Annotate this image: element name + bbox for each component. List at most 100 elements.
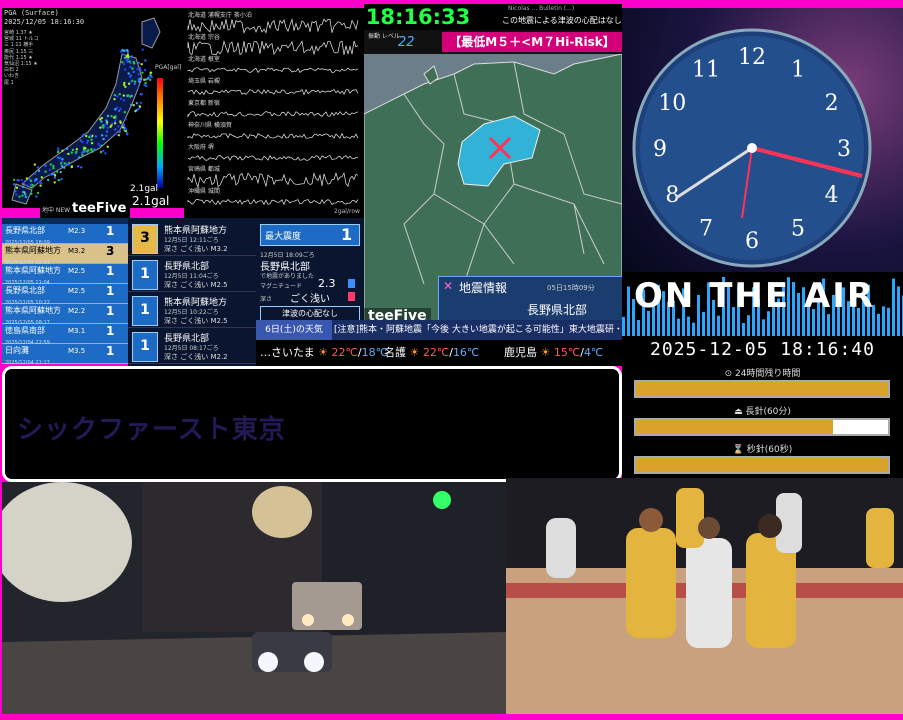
station-dot (12, 183, 16, 186)
station-dot (37, 169, 41, 173)
on-air-banner: ON THE AIR (622, 272, 903, 336)
station-dot (16, 178, 19, 182)
station-dot (116, 95, 119, 98)
quake-list-row[interactable]: 長野県北部 M2.5 1 2025/12/05 10:22 (2, 284, 130, 306)
station-dot (70, 151, 73, 154)
station-dot (71, 148, 75, 152)
waveform-panel: 北海道 浦幌支庁 茶小泊 北海道 宗谷 北海道 根室 埼玉県 岩槻 東京都 新宿 神奈川県… (184, 8, 364, 218)
station-dot (122, 62, 126, 66)
station-dot (122, 53, 125, 56)
station-dot (24, 193, 27, 196)
clock-numeral: 1 (791, 57, 805, 82)
quake-detail-row[interactable]: 1 熊本県阿蘇地方 12月5日 10:22ごろ 深さ ごく浅い M2.5 (128, 292, 258, 328)
station-dot (59, 170, 62, 174)
quake-list-row[interactable]: 熊本県阿蘇地方 M3.2 3 2025/12/05 12:11 (2, 244, 130, 266)
station-dot (53, 176, 56, 180)
station-dot (104, 152, 107, 155)
quake-shindo: 1 (106, 344, 115, 358)
station-dot (135, 108, 138, 112)
station-dot (21, 194, 24, 197)
station-dot (124, 127, 128, 131)
station-dot (90, 138, 93, 141)
station-dot (137, 86, 140, 89)
station-dot (81, 140, 84, 144)
waveform-label: 神奈川県 横須賀 (188, 122, 232, 129)
station-dot (29, 179, 33, 182)
quake-detail-row[interactable]: 3 熊本県阿蘇地方 12月5日 12:11ごろ 深さ ごく浅い M3.2 (128, 220, 258, 256)
station-dot (105, 134, 108, 137)
station-dot (53, 174, 57, 177)
quake-detail-row[interactable]: 1 長野県北部 12月5日 08:17ごろ 深さ ごく浅い M2.2 (128, 328, 258, 364)
time-progress-panel: ⊙ 24時間残り時間 ⏏ 長針(60分) ⌛ 秒針(60秒) (622, 362, 903, 480)
equalizer-bar (877, 313, 880, 336)
station-dot (36, 166, 40, 169)
equalizer-bar (677, 318, 680, 336)
station-dot (131, 67, 134, 70)
pga-map-panel: PGA (Surface) 2025/12/05 18:16:30 宮崎 1.3… (2, 8, 184, 208)
quake-shindo: 1 (106, 284, 115, 298)
station-dot (106, 126, 109, 130)
station-dot (113, 94, 116, 97)
weather-strip: …さいたま ☀ 22℃/18℃ 名護 ☀ 22℃/16℃ 鹿児島 ☀ 15℃/4℃ (256, 340, 622, 366)
quake-list-row[interactable]: 熊本県阿蘇地方 M2.2 1 2025/12/05 08:17 (2, 304, 130, 326)
weather-high: 22℃ (331, 346, 358, 359)
station-dot (123, 49, 126, 53)
progress-fill (636, 420, 833, 434)
waveform-label: 大阪府 堺 (188, 144, 214, 151)
station-dot (121, 60, 124, 64)
peak-gal-large: 2.1gal (132, 194, 170, 208)
info-title: 地震情報 (459, 281, 508, 295)
station-dot (117, 125, 120, 128)
clock-numeral: 5 (791, 217, 805, 242)
station-dot (36, 191, 40, 195)
station-dot (138, 66, 142, 70)
station-dot (123, 110, 127, 114)
station-dot (117, 109, 121, 113)
street-scene (2, 482, 506, 714)
station-dot (144, 81, 147, 85)
station-dot (58, 156, 62, 160)
clock-numeral: 7 (699, 217, 713, 242)
station-dot (124, 118, 127, 121)
pga-color-scale (157, 78, 163, 188)
progress-label: ⏏ 長針(60分) (734, 407, 791, 417)
station-dot (143, 68, 147, 72)
station-dot (137, 73, 140, 76)
station-dot (75, 147, 79, 151)
station-dot (126, 133, 129, 136)
station-dot (80, 166, 83, 169)
station-dot (33, 172, 36, 175)
progress-fill (636, 458, 888, 472)
station-dot (129, 65, 132, 69)
basketball-scene (506, 478, 903, 714)
station-dot (130, 55, 134, 58)
station-dot (52, 166, 55, 170)
progress-bar (634, 380, 890, 398)
station-dot (126, 60, 129, 64)
station-dot (24, 195, 28, 199)
seis-brand-bar: 地中 NEW teeFive (40, 200, 130, 218)
station-dot (89, 134, 92, 137)
equalizer-bar (882, 306, 885, 336)
station-dot (100, 120, 103, 123)
quake-list-row[interactable]: 長野県北部 M2.3 1 2025/12/05 18:09 (2, 224, 130, 246)
quake-detail-list: 3 熊本県阿蘇地方 12月5日 12:11ごろ 深さ ごく浅い M3.2 1 長野県北部 1… (128, 218, 258, 366)
station-dot (102, 126, 105, 129)
quake-detail-row[interactable]: 1 長野県北部 12月5日 11:04ごろ 深さ ごく浅い M2.5 (128, 256, 258, 292)
quake-list-row[interactable]: 徳島県南部 M3.1 1 2025/12/04 22:59 (2, 324, 130, 346)
quake-mag: M2.5 (68, 287, 86, 295)
quake-shindo: 1 (106, 304, 115, 318)
waveform-trace (187, 67, 359, 74)
ticker-text: [注意]熊本・阿蘇地震「今後 大きい地震が起こる可能性」東大地震研・笠原教授 (334, 325, 622, 335)
quake-place: 徳島県南部 (5, 326, 45, 335)
quake-list-row[interactable]: 日向灘 M3.5 1 2025/12/04 21:17 (2, 344, 130, 364)
waveform-label: 宮崎県 都城 (188, 166, 220, 173)
quake-time: 2025/12/04 21:17 (5, 360, 50, 364)
quake-list-row[interactable]: 熊本県阿蘇地方 M2.5 1 2025/12/05 11:04 (2, 264, 130, 286)
news-ticker: 6日(土)の天気 [注意]熊本・阿蘇地震「今後 大きい地震が起こる可能性」東大地… (256, 320, 622, 340)
weather-high: 22℃ (422, 346, 450, 359)
quake-shindo: 3 (106, 244, 115, 258)
quake-mag: M3.5 (68, 347, 86, 355)
station-dot (44, 164, 47, 167)
station-dot (143, 78, 146, 81)
